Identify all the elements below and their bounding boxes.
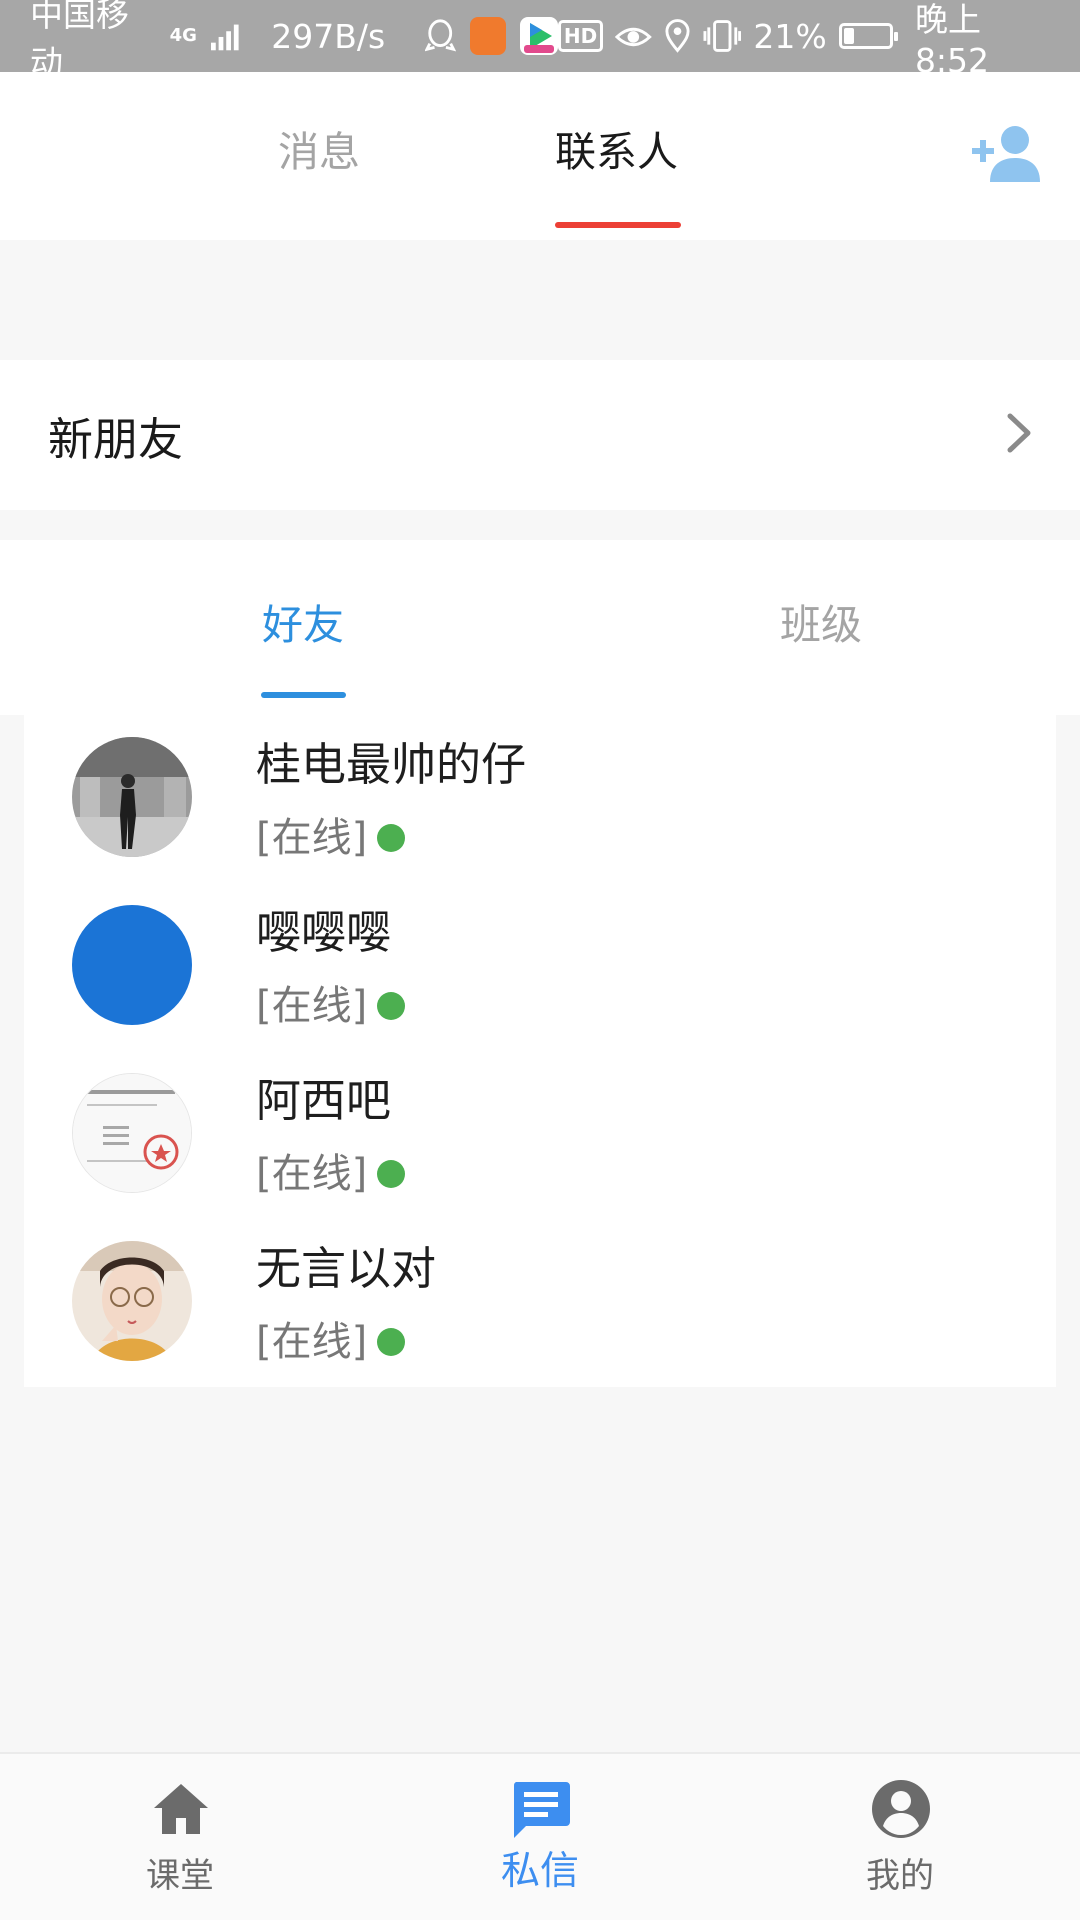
status-text: [在线] [256,1319,368,1365]
nav-me[interactable]: 我的 [800,1754,1000,1920]
home-icon [154,1784,208,1834]
online-indicator [377,1160,406,1188]
clock: 晚上8:52 [914,0,990,80]
friend-status: [在线] [256,1149,406,1199]
online-indicator [377,1328,406,1356]
friend-item[interactable]: 嘤嘤嘤 [在线] [24,883,1056,1051]
new-friends-row[interactable]: 新朋友 [0,360,1080,510]
friend-item[interactable]: 阿西吧 [在线] [24,1051,1056,1219]
vibrate-icon [703,20,741,52]
top-header: 消息 联系人 [0,72,1080,240]
battery-percent: 21% [753,16,827,56]
tab-contacts[interactable]: 联系人 [555,127,678,177]
signal-icon [210,24,239,51]
location-icon [665,19,690,53]
friend-status: [在线] [256,813,406,863]
avatar [72,905,192,1025]
status-text: [在线] [256,983,368,1029]
network-speed: 297B/s [271,16,386,56]
tab-friends[interactable]: 好友 [262,600,344,650]
account-icon [872,1780,930,1838]
friend-name: 阿西吧 [256,1074,392,1127]
status-text: [在线] [256,815,368,861]
status-text: [在线] [256,1151,368,1197]
friend-list: 桂电最帅的仔 [在线] 嘤嘤嘤 [在线] 阿西吧 [在线] 无言以对 [在线] [24,715,1056,1387]
avatar [72,737,192,857]
tab-messages[interactable]: 消息 [278,127,360,177]
friend-item[interactable]: 无言以对 [在线] [24,1219,1056,1387]
qq-icon [425,19,456,52]
online-indicator [377,824,406,852]
new-friends-label: 新朋友 [48,412,184,466]
tab-classes[interactable]: 班级 [780,600,862,650]
friend-name: 嘤嘤嘤 [256,906,392,959]
friend-name: 桂电最帅的仔 [256,738,527,791]
status-bar: 中国移动 4G 297B/s HD 21% 晚上8:52 [0,0,1080,82]
hd-icon: HD [557,20,604,52]
avatar [72,1241,192,1361]
chevron-right-icon [1007,413,1031,453]
battery-icon [838,23,899,49]
nav-label: 我的 [866,1856,934,1896]
avatar [72,1073,192,1193]
add-contact-button[interactable] [970,124,1046,184]
uc-browser-icon [469,17,506,55]
battery-fill [843,28,854,44]
nav-private-messages[interactable]: 私信 [440,1754,640,1920]
contacts-screen: 中国移动 4G 297B/s HD 21% 晚上8:52 消息 联系人 新朋友 … [0,0,1080,1920]
network-type: 4G [169,25,197,46]
video-app-icon [519,17,558,55]
eye-icon [615,27,652,47]
friend-status: [在线] [256,981,406,1031]
friend-name: 无言以对 [256,1242,437,1295]
friend-item[interactable]: 桂电最帅的仔 [在线] [24,715,1056,883]
nav-label: 课堂 [146,1856,214,1896]
nav-classroom[interactable]: 课堂 [80,1754,280,1920]
add-person-icon [972,126,1040,182]
sub-tab-indicator [261,692,346,698]
online-indicator [377,992,406,1020]
bottom-navigation: 课堂 私信 我的 [0,1752,1080,1920]
contact-category-tabs: 好友 班级 [0,540,1080,715]
friend-status: [在线] [256,1317,406,1367]
message-icon [513,1782,570,1838]
active-tab-indicator [555,222,681,228]
nav-label: 私信 [500,1849,579,1894]
